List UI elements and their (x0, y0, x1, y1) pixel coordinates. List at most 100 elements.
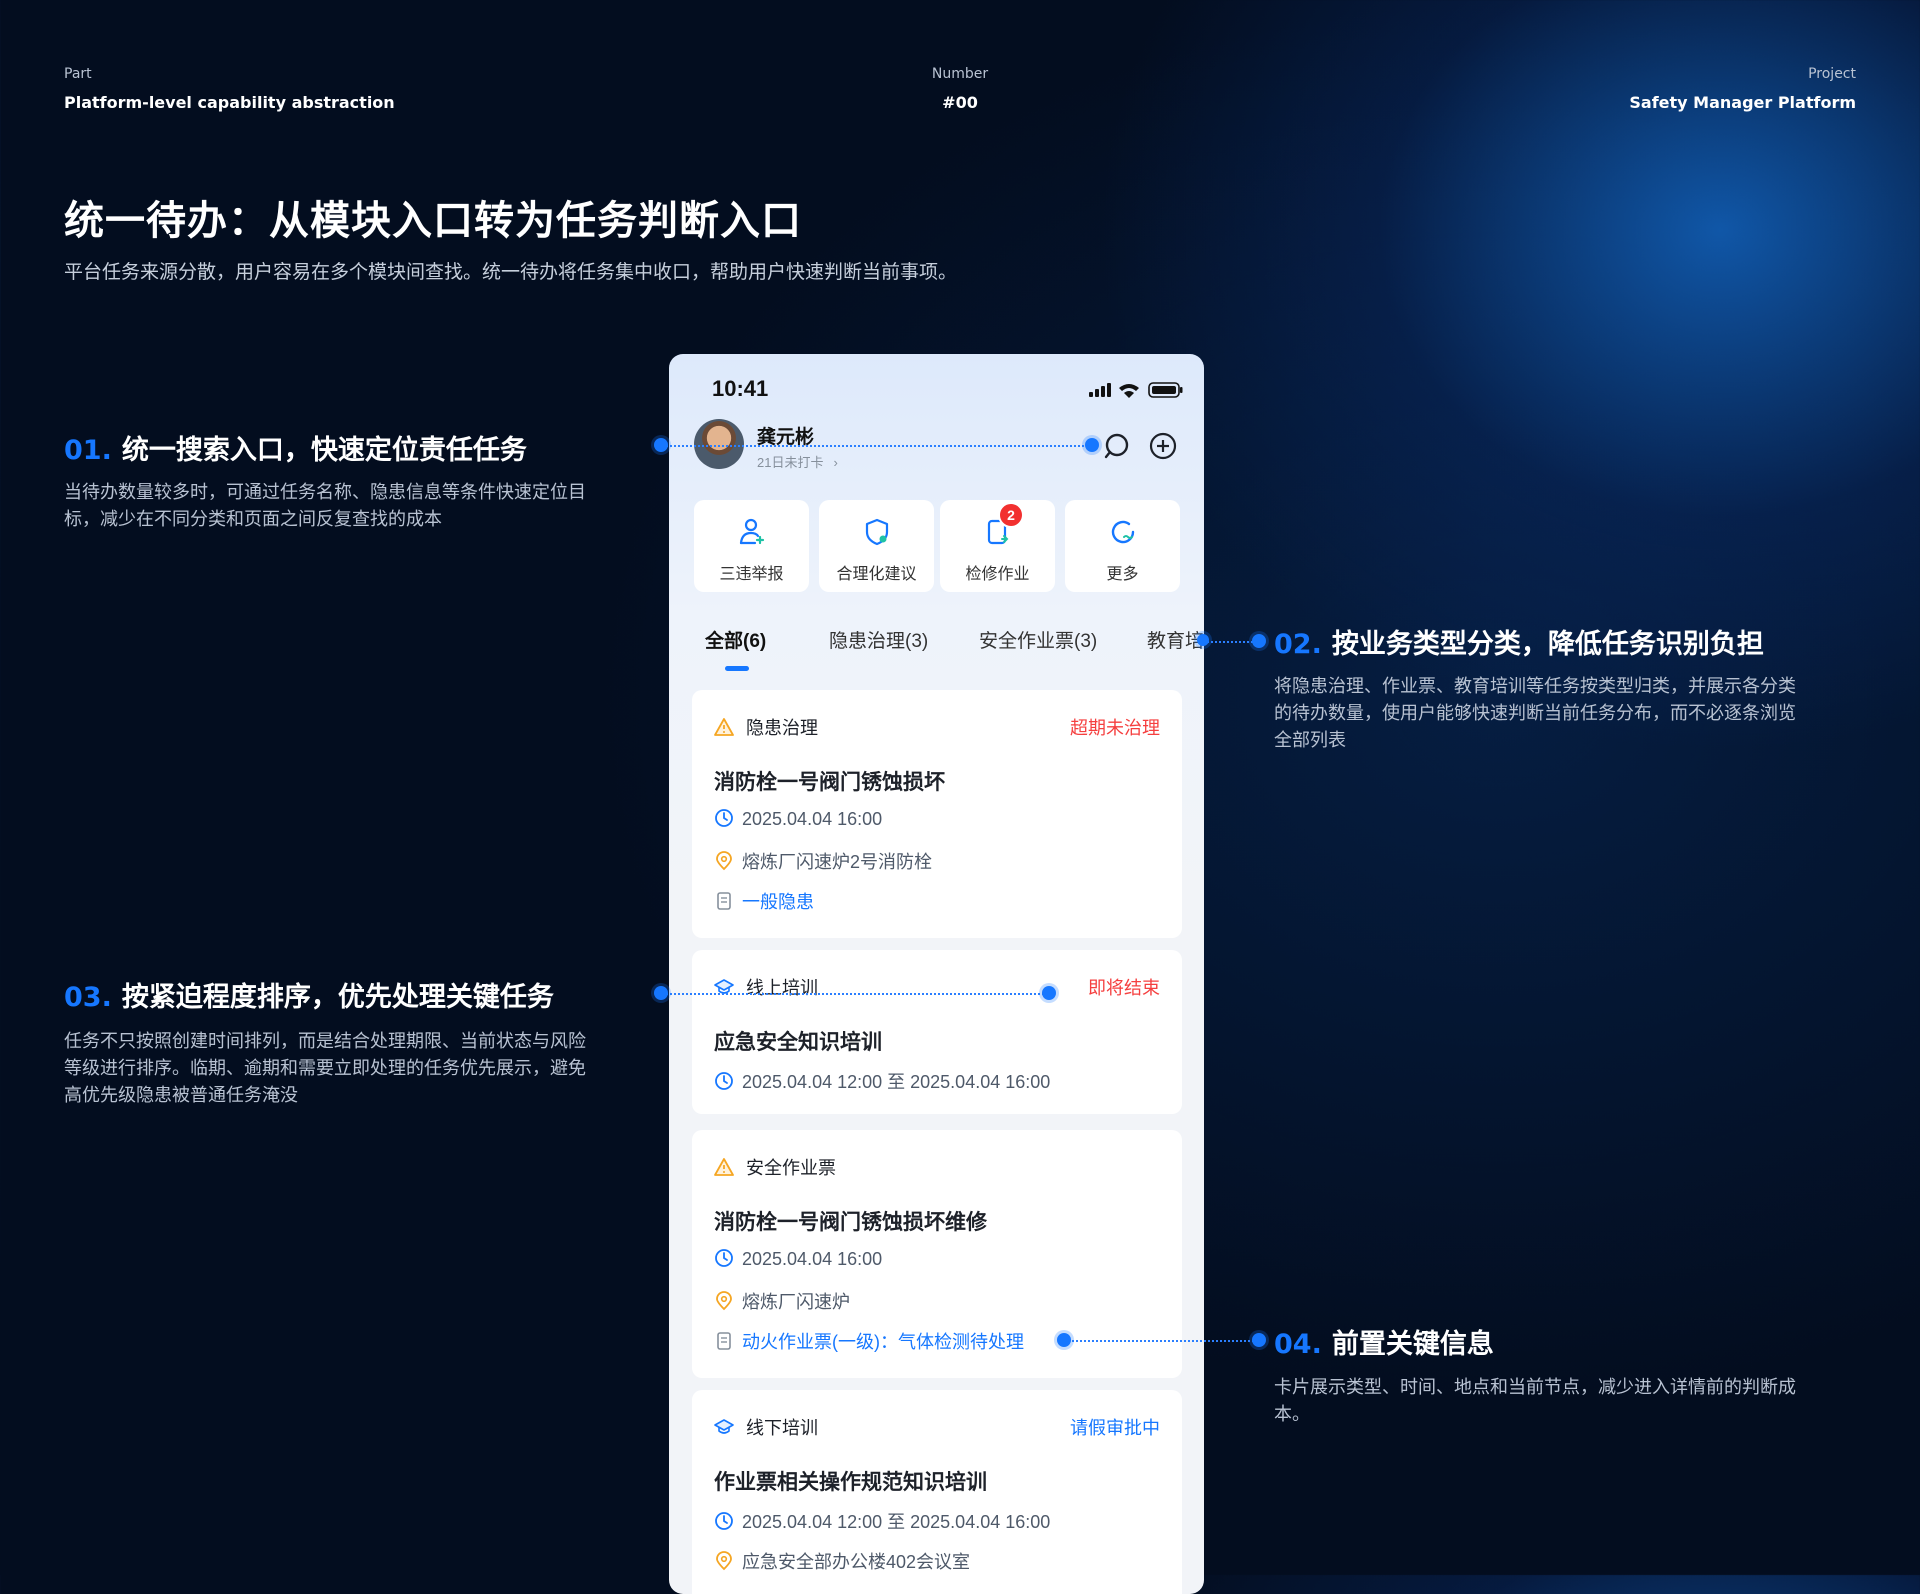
annotation-2-desc-line: 将隐患治理、作业票、教育培训等任务按类型归类，并展示各分类 (1274, 676, 1796, 697)
clock-icon (715, 1512, 733, 1530)
card-location-text: 熔炼厂闪速炉2号消防栓 (742, 852, 933, 872)
card-status: 请假审批中 (1070, 1418, 1160, 1438)
card-type: 线下培训 (714, 1414, 818, 1440)
repair-badge-count: 2 (998, 502, 1024, 528)
annotation-4-number: 04. (1274, 1329, 1322, 1360)
connector-line-3 (662, 993, 1048, 995)
avatar[interactable] (694, 419, 744, 469)
quick-action-suggestion[interactable]: 合理化建议 (819, 500, 934, 592)
connector-dot (1252, 634, 1266, 648)
card-title: 应急安全知识培训 (714, 1031, 882, 1054)
annotation-3-desc: 任务不只按照创建时间排列，而是结合处理期限、当前状态与风险 等级进行排序。临期、… (64, 1028, 586, 1109)
tab-all[interactable]: 全部(6) (705, 626, 766, 653)
annotation-1-heading: 统一搜索入口，快速定位责任任务 (121, 435, 527, 466)
annotation-2-desc-line: 全部列表 (1274, 730, 1346, 751)
status-time: 10:41 (712, 376, 769, 401)
annotation-3-title: 03. 按紧迫程度排序，优先处理关键任务 (64, 975, 554, 1014)
annotation-1-desc: 当待办数量较多时，可通过任务名称、隐患信息等条件快速定位目 标，减少在不同分类和… (64, 479, 586, 533)
warning-icon (714, 1158, 734, 1176)
quick-action-label: 检修作业 (965, 566, 1030, 583)
card-time-text: 2025.04.04 16:00 (742, 1249, 883, 1269)
attendance-status[interactable]: 21日未打卡 › (757, 452, 838, 471)
card-type-label: 线上培训 (746, 978, 818, 998)
card-node[interactable]: 一般隐患 (714, 888, 814, 914)
annotation-2-desc: 将隐患治理、作业票、教育培训等任务按类型归类，并展示各分类 的待办数量，使用户能… (1274, 673, 1796, 754)
card-time: 2025.04.04 12:00 至 2025.04.04 16:00 (714, 1068, 1050, 1094)
card-type-label: 隐患治理 (746, 718, 818, 738)
task-card[interactable]: 线上培训 即将结束 应急安全知识培训 2025.04.04 12:00 至 20… (692, 950, 1182, 1114)
card-location: 熔炼厂闪速炉2号消防栓 (714, 848, 932, 874)
annotation-4-heading: 前置关键信息 (1331, 1329, 1494, 1360)
active-tab-indicator (725, 666, 749, 671)
category-tabs: 全部(6) 隐患治理(3) 安全作业票(3) 教育培 (669, 626, 1204, 671)
document-icon (717, 1332, 731, 1350)
connector-dot (1085, 438, 1099, 452)
card-time: 2025.04.04 16:00 (714, 1248, 882, 1270)
task-card[interactable]: 线下培训 请假审批中 作业票相关操作规范知识培训 2025.04.04 12:0… (692, 1390, 1182, 1594)
connector-dot (654, 438, 668, 452)
card-node-link[interactable]: 动火作业票(一级)：气体检测待处理 (742, 1332, 1024, 1352)
annotation-1-number: 01. (64, 435, 112, 466)
annotation-1-desc-line: 标，减少在不同分类和页面之间反复查找的成本 (64, 509, 442, 530)
card-title: 作业票相关操作规范知识培训 (714, 1471, 987, 1494)
annotation-3-desc-line: 等级进行排序。临期、逾期和需要立即处理的任务优先展示，避免 (64, 1058, 586, 1079)
project-label: Project (1808, 66, 1856, 82)
location-pin-icon (716, 1551, 732, 1571)
more-circle-icon (1111, 520, 1134, 544)
annotation-3-number: 03. (64, 982, 112, 1013)
tab-training[interactable]: 教育培 (1147, 626, 1204, 653)
tab-work-ticket[interactable]: 安全作业票(3) (979, 626, 1097, 653)
person-report-icon (739, 518, 764, 545)
connector-dot (1252, 1333, 1266, 1347)
add-circle-icon[interactable] (1149, 432, 1177, 460)
card-location: 应急安全部办公楼402会议室 (714, 1548, 970, 1574)
card-title: 消防栓一号阀门锈蚀损坏维修 (714, 1211, 987, 1234)
document-icon (717, 892, 731, 910)
connector-line-4 (1064, 1340, 1258, 1342)
number-label: Number (931, 66, 989, 82)
project-value: Safety Manager Platform (1629, 93, 1856, 112)
page-subtitle: 平台任务来源分散，用户容易在多个模块间查找。统一待办将任务集中收口，帮助用户快速… (64, 261, 958, 283)
attendance-text: 21日未打卡 (757, 455, 824, 470)
annotation-4-title: 04. 前置关键信息 (1274, 1322, 1494, 1361)
connector-dot (1042, 986, 1056, 1000)
tab-hazard[interactable]: 隐患治理(3) (829, 626, 928, 653)
connector-dot (1057, 1333, 1071, 1347)
graduation-cap-icon (714, 1419, 734, 1434)
card-node[interactable]: 动火作业票(一级)：气体检测待处理 (714, 1328, 1024, 1354)
quick-action-more[interactable]: 更多 (1065, 500, 1180, 592)
annotation-4-desc-line: 本。 (1274, 1404, 1310, 1425)
chevron-right-icon: › (833, 455, 838, 470)
quick-action-repair[interactable]: 2 检修作业 (940, 500, 1055, 592)
annotation-3-desc-line: 高优先级隐患被普通任务淹没 (64, 1085, 298, 1106)
card-location-text: 熔炼厂闪速炉 (742, 1292, 850, 1312)
phone-mockup: 10:41 龚元彬 21日未打卡 › 三违举报 合理化建议 2 检修作业 更多 … (669, 354, 1204, 1594)
annotation-3-heading: 按紧迫程度排序，优先处理关键任务 (121, 982, 554, 1013)
annotation-1-title: 01. 统一搜索入口，快速定位责任任务 (64, 428, 527, 467)
annotation-3-desc-line: 任务不只按照创建时间排列，而是结合处理期限、当前状态与风险 (64, 1031, 586, 1052)
connector-line-1 (662, 445, 1092, 447)
annotation-1-desc-line: 当待办数量较多时，可通过任务名称、隐患信息等条件快速定位目 (64, 482, 586, 503)
quick-action-label: 合理化建议 (836, 566, 917, 583)
status-bar-icons (1089, 382, 1183, 398)
quick-action-label: 三违举报 (719, 566, 784, 583)
annotation-2-title: 02. 按业务类型分类，降低任务识别负担 (1274, 622, 1764, 661)
clock-icon (715, 1249, 733, 1267)
clock-icon (715, 809, 733, 827)
annotation-2-heading: 按业务类型分类，降低任务识别负担 (1331, 629, 1764, 660)
shield-suggestion-icon (865, 518, 888, 546)
annotation-2-number: 02. (1274, 629, 1322, 660)
page-title: 统一待办：从模块入口转为任务判断入口 (64, 198, 802, 244)
card-time-text: 2025.04.04 16:00 (742, 809, 883, 829)
quick-action-label: 更多 (1106, 566, 1139, 583)
quick-action-violation-report[interactable]: 三违举报 (694, 500, 809, 592)
warning-icon (714, 718, 734, 736)
card-type: 安全作业票 (714, 1154, 836, 1180)
card-title: 消防栓一号阀门锈蚀损坏 (714, 771, 945, 794)
connector-dot (654, 986, 668, 1000)
card-node-link[interactable]: 一般隐患 (742, 892, 814, 912)
search-icon[interactable] (1103, 432, 1131, 460)
location-pin-icon (716, 851, 732, 871)
task-card[interactable]: 隐患治理 超期未治理 消防栓一号阀门锈蚀损坏 2025.04.04 16:00 … (692, 690, 1182, 938)
clock-icon (715, 1072, 733, 1090)
